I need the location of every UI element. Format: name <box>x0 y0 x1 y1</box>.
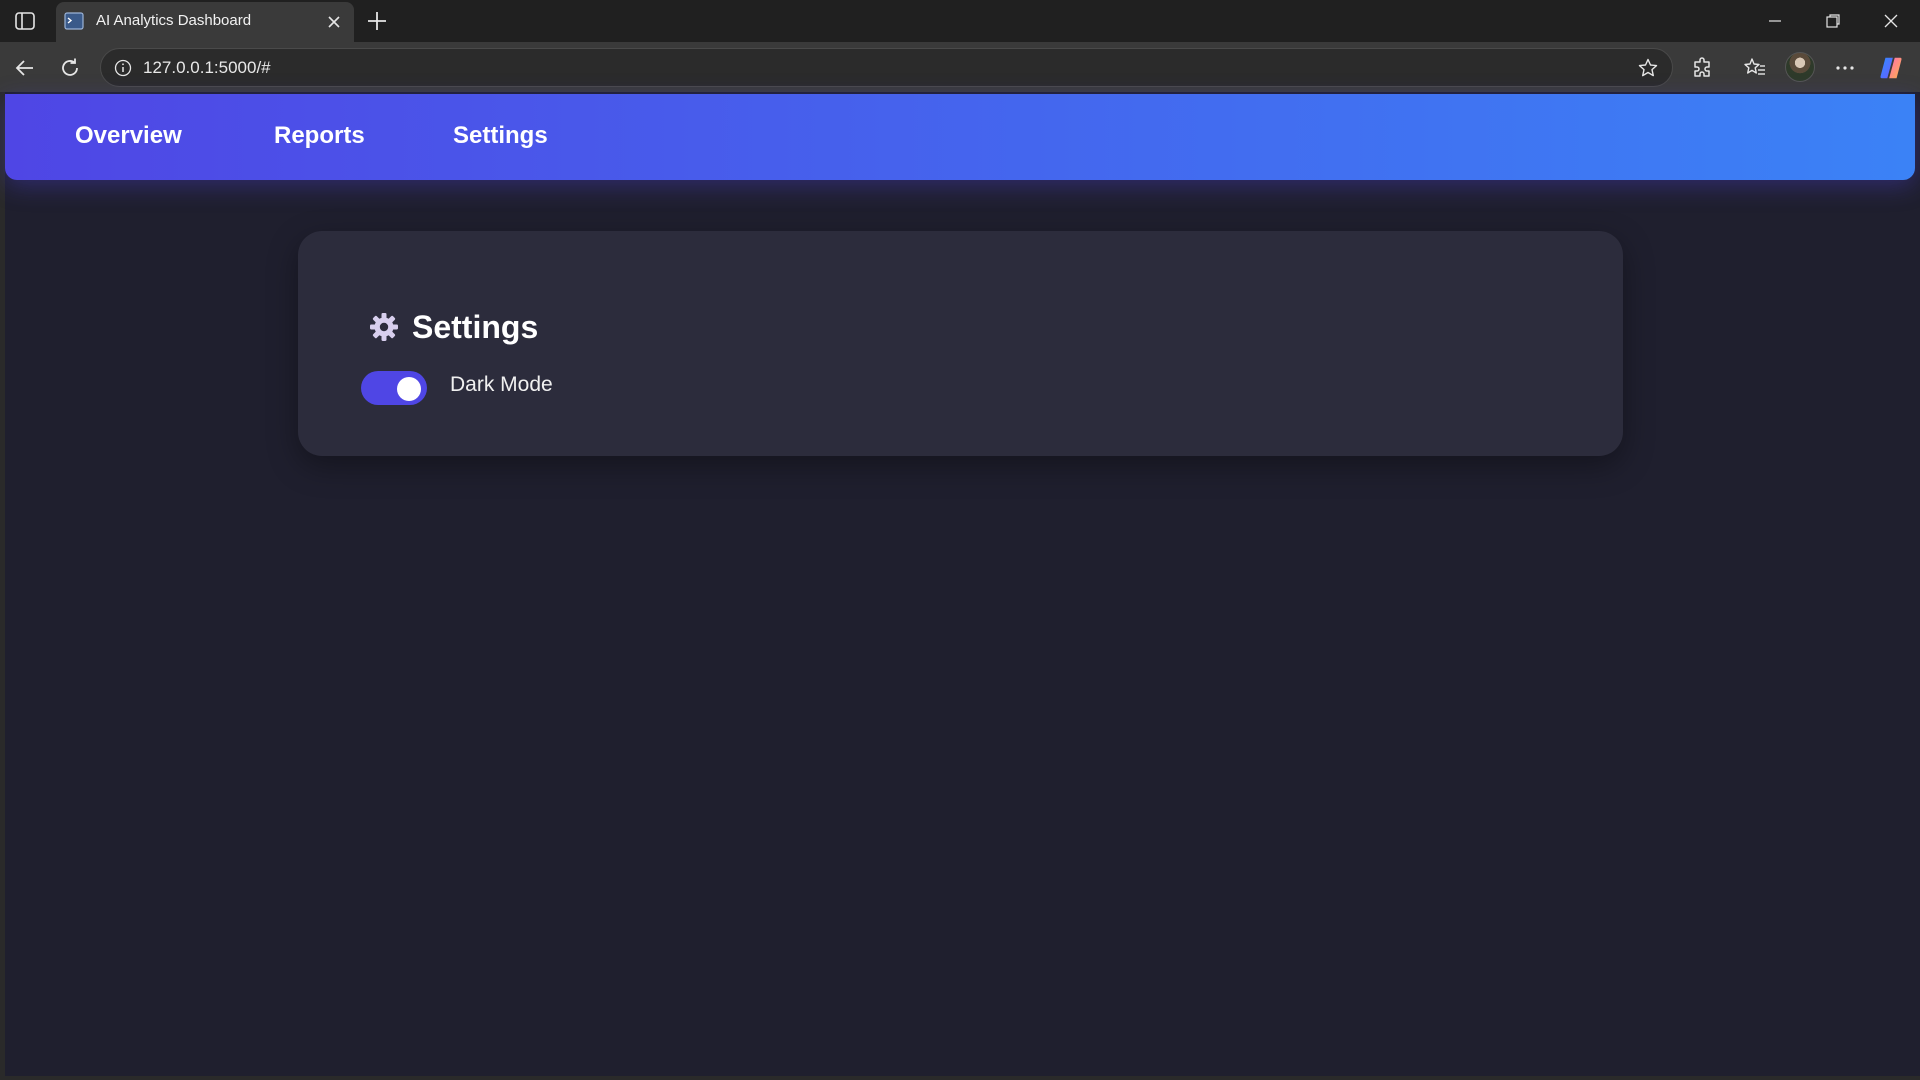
tab-close-icon[interactable] <box>324 12 344 32</box>
favorites-icon[interactable] <box>1742 55 1768 81</box>
gear-icon <box>368 311 400 343</box>
window-restore-icon[interactable] <box>1818 8 1848 34</box>
window-minimize-icon[interactable] <box>1760 8 1790 34</box>
more-options-icon[interactable] <box>1832 55 1858 81</box>
window-bottom-edge <box>0 1076 1920 1080</box>
site-info-icon[interactable] <box>113 58 133 78</box>
profile-avatar[interactable] <box>1785 52 1815 82</box>
copilot-icon[interactable] <box>1878 55 1904 81</box>
nav-link-settings[interactable]: Settings <box>453 122 548 150</box>
nav-link-reports[interactable]: Reports <box>274 122 365 150</box>
nav-link-overview[interactable]: Overview <box>75 122 182 150</box>
browser-title-bar: AI Analytics Dashboard <box>0 0 1920 42</box>
settings-heading: Settings <box>368 309 538 345</box>
settings-title: Settings <box>412 308 539 345</box>
dark-mode-toggle[interactable] <box>361 371 427 405</box>
top-navbar: Overview Reports Settings <box>5 94 1915 180</box>
favorite-star-icon[interactable] <box>1637 57 1659 79</box>
new-tab-plus-icon[interactable] <box>364 8 390 34</box>
window-close-icon[interactable] <box>1876 8 1906 34</box>
settings-card: Settings Dark Mode <box>298 231 1623 456</box>
terminal-favicon-icon <box>64 12 84 30</box>
refresh-icon[interactable] <box>57 55 83 81</box>
address-bar[interactable]: 127.0.0.1:5000/# <box>100 48 1673 87</box>
sidebar-toggle-icon[interactable] <box>12 9 38 33</box>
browser-tab[interactable]: AI Analytics Dashboard <box>56 2 354 42</box>
url-text[interactable]: 127.0.0.1:5000/# <box>143 58 271 78</box>
back-arrow-icon[interactable] <box>12 55 38 81</box>
page-viewport: Overview Reports Settings Settings Dark … <box>0 92 1920 1076</box>
extensions-puzzle-icon[interactable] <box>1690 55 1716 81</box>
browser-toolbar: 127.0.0.1:5000/# <box>0 42 1920 92</box>
tab-title: AI Analytics Dashboard <box>96 12 252 29</box>
dark-mode-label: Dark Mode <box>450 373 553 396</box>
toggle-knob <box>397 377 421 401</box>
